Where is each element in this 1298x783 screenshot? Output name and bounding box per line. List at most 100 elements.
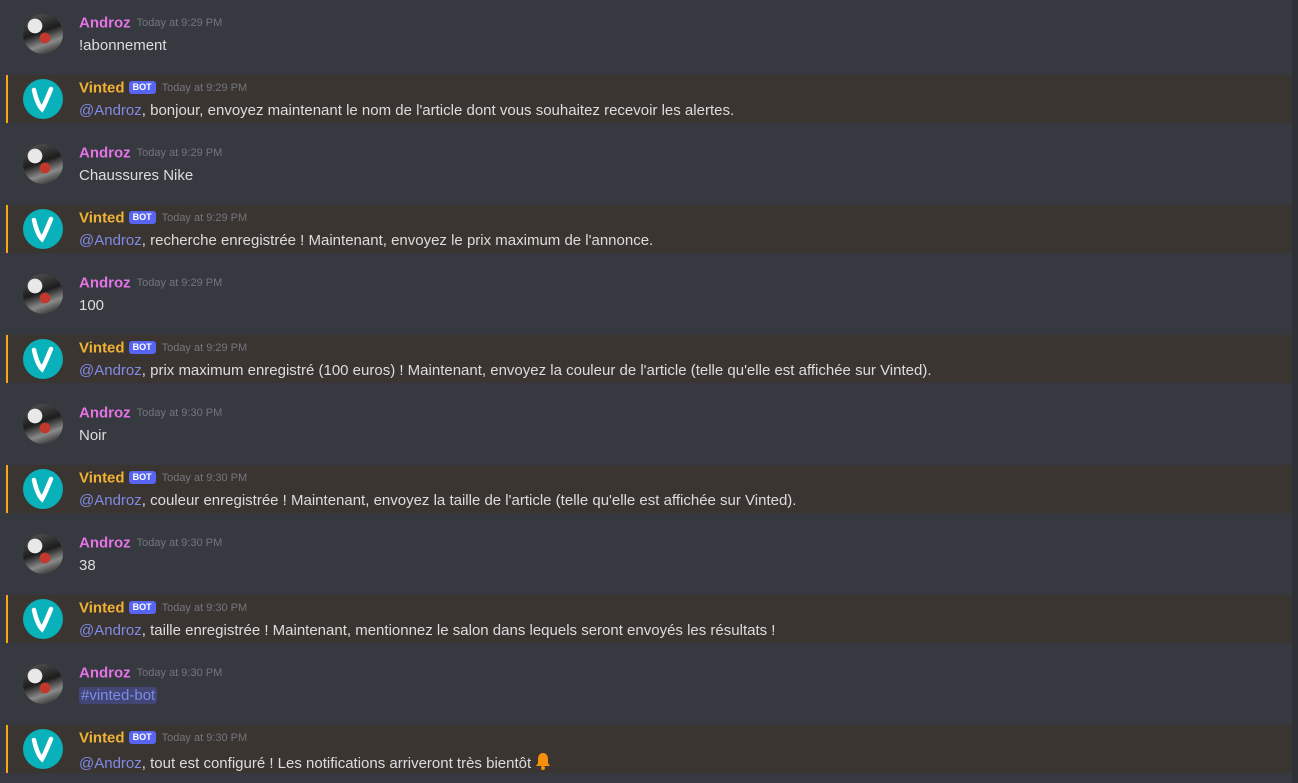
username[interactable]: Androz <box>79 404 131 421</box>
user-avatar[interactable] <box>23 14 63 54</box>
bot-avatar[interactable] <box>23 729 63 769</box>
timestamp: Today at 9:29 PM <box>161 81 248 94</box>
user-mention[interactable]: @Androz <box>79 232 142 249</box>
message-header: Androz Today at 9:30 PM <box>79 664 222 684</box>
user-avatar[interactable] <box>23 534 63 574</box>
message-text: , couleur enregistrée ! Maintenant, envo… <box>141 492 797 509</box>
user-mention[interactable]: @Androz <box>79 492 142 509</box>
vinted-logo-icon <box>31 346 54 373</box>
vinted-logo-icon <box>31 736 54 763</box>
username[interactable]: Androz <box>79 664 131 681</box>
bot-name[interactable]: Vinted <box>79 469 125 486</box>
timestamp: Today at 9:30 PM <box>136 536 223 549</box>
message-text: Noir <box>79 427 107 444</box>
message-bot: Vinted BOT Today at 9:30 PM @Androz, taill… <box>6 595 1292 643</box>
message-header: Vinted BOT Today at 9:29 PM <box>79 209 247 229</box>
message-text: 38 <box>79 557 96 574</box>
message-bot: Vinted BOT Today at 9:29 PM @Androz, bonjo… <box>6 75 1292 123</box>
timestamp: Today at 9:29 PM <box>161 211 248 224</box>
user-avatar[interactable] <box>23 664 63 704</box>
message-content: @Androz, prix maximum enregistré (100 eu… <box>79 361 932 381</box>
message-text: Chaussures Nike <box>79 167 194 184</box>
username[interactable]: Androz <box>79 274 131 291</box>
message-content: @Androz, tout est configuré ! Les notifi… <box>79 751 553 777</box>
message-user: Androz Today at 9:29 PM Chaussures Nike <box>0 140 1291 188</box>
message-header: Androz Today at 9:29 PM <box>79 14 222 34</box>
bot-name[interactable]: Vinted <box>79 729 125 746</box>
message-header: Vinted BOT Today at 9:29 PM <box>79 339 247 359</box>
timestamp: Today at 9:29 PM <box>136 146 223 159</box>
bot-name[interactable]: Vinted <box>79 339 125 356</box>
bot-badge: BOT <box>128 341 156 355</box>
bot-avatar[interactable] <box>23 209 63 249</box>
message-text: , taille enregistrée ! Maintenant, menti… <box>141 622 776 639</box>
timestamp: Today at 9:30 PM <box>136 666 223 679</box>
user-mention[interactable]: @Androz <box>79 362 142 379</box>
message-header: Vinted BOT Today at 9:30 PM <box>79 469 247 489</box>
message-content: @Androz, couleur enregistrée ! Maintenan… <box>79 491 796 511</box>
bot-badge: BOT <box>128 211 156 225</box>
vinted-logo-icon <box>31 216 54 243</box>
timestamp: Today at 9:30 PM <box>161 731 248 744</box>
message-content: @Androz, taille enregistrée ! Maintenant… <box>79 621 775 641</box>
message-header: Androz Today at 9:29 PM <box>79 144 222 164</box>
message-header: Androz Today at 9:30 PM <box>79 534 222 554</box>
message-content: #vinted-bot <box>79 686 158 706</box>
message-bot: Vinted BOT Today at 9:29 PM @Androz, reche… <box>6 205 1292 253</box>
message-header: Androz Today at 9:30 PM <box>79 404 222 424</box>
bot-avatar[interactable] <box>23 339 63 379</box>
bot-badge: BOT <box>128 81 156 95</box>
bot-name[interactable]: Vinted <box>79 209 125 226</box>
message-content: Chaussures Nike <box>79 166 193 186</box>
message-text: !abonnement <box>79 37 167 54</box>
message-text: 100 <box>79 297 105 314</box>
message-content: 100 <box>79 296 104 316</box>
user-mention[interactable]: @Androz <box>79 622 142 639</box>
message-header: Androz Today at 9:29 PM <box>79 274 222 294</box>
bot-name[interactable]: Vinted <box>79 79 125 96</box>
message-user: Androz Today at 9:29 PM !abonnement <box>0 10 1291 58</box>
timestamp: Today at 9:30 PM <box>161 471 248 484</box>
message-bot: Vinted BOT Today at 9:30 PM @Androz, coule… <box>6 465 1292 513</box>
scrollbar[interactable] <box>1292 0 1298 783</box>
message-text: , prix maximum enregistré (100 euros) ! … <box>141 362 932 379</box>
bot-avatar[interactable] <box>23 469 63 509</box>
user-mention[interactable]: @Androz <box>79 755 142 772</box>
user-avatar[interactable] <box>23 274 63 314</box>
message-header: Vinted BOT Today at 9:30 PM <box>79 599 247 619</box>
channel-mention[interactable]: #vinted-bot <box>79 687 158 704</box>
message-content: Noir <box>79 426 107 446</box>
bot-badge: BOT <box>128 601 156 615</box>
vinted-logo-icon <box>31 86 54 113</box>
user-avatar[interactable] <box>23 144 63 184</box>
timestamp: Today at 9:30 PM <box>161 601 248 614</box>
message-content: @Androz, recherche enregistrée ! Mainten… <box>79 231 653 251</box>
bot-badge: BOT <box>128 471 156 485</box>
bell-icon <box>533 751 553 777</box>
timestamp: Today at 9:29 PM <box>161 341 248 354</box>
bot-avatar[interactable] <box>23 599 63 639</box>
timestamp: Today at 9:29 PM <box>136 276 223 289</box>
message-text: , bonjour, envoyez maintenant le nom de … <box>141 102 735 119</box>
timestamp: Today at 9:30 PM <box>136 406 223 419</box>
message-text: , tout est configuré ! Les notifications… <box>141 755 532 772</box>
message-list: Androz Today at 9:29 PM !abonnement Vinte… <box>0 0 1298 783</box>
timestamp: Today at 9:29 PM <box>136 16 223 29</box>
username[interactable]: Androz <box>79 14 131 31</box>
message-user: Androz Today at 9:30 PM #vinted-bot <box>0 660 1291 708</box>
username[interactable]: Androz <box>79 534 131 551</box>
message-header: Vinted BOT Today at 9:30 PM <box>79 729 247 749</box>
message-user: Androz Today at 9:29 PM 100 <box>0 270 1291 318</box>
bot-avatar[interactable] <box>23 79 63 119</box>
message-text: , recherche enregistrée ! Maintenant, en… <box>141 232 654 249</box>
message-user: Androz Today at 9:30 PM Noir <box>0 400 1291 448</box>
username[interactable]: Androz <box>79 144 131 161</box>
bot-name[interactable]: Vinted <box>79 599 125 616</box>
user-avatar[interactable] <box>23 404 63 444</box>
message-bot: Vinted BOT Today at 9:29 PM @Androz, prix … <box>6 335 1292 383</box>
user-mention[interactable]: @Androz <box>79 102 142 119</box>
bot-badge: BOT <box>128 731 156 745</box>
vinted-logo-icon <box>31 606 54 633</box>
message-content: !abonnement <box>79 36 167 56</box>
message-bot: Vinted BOT Today at 9:30 PM @Androz, tout … <box>6 725 1292 773</box>
